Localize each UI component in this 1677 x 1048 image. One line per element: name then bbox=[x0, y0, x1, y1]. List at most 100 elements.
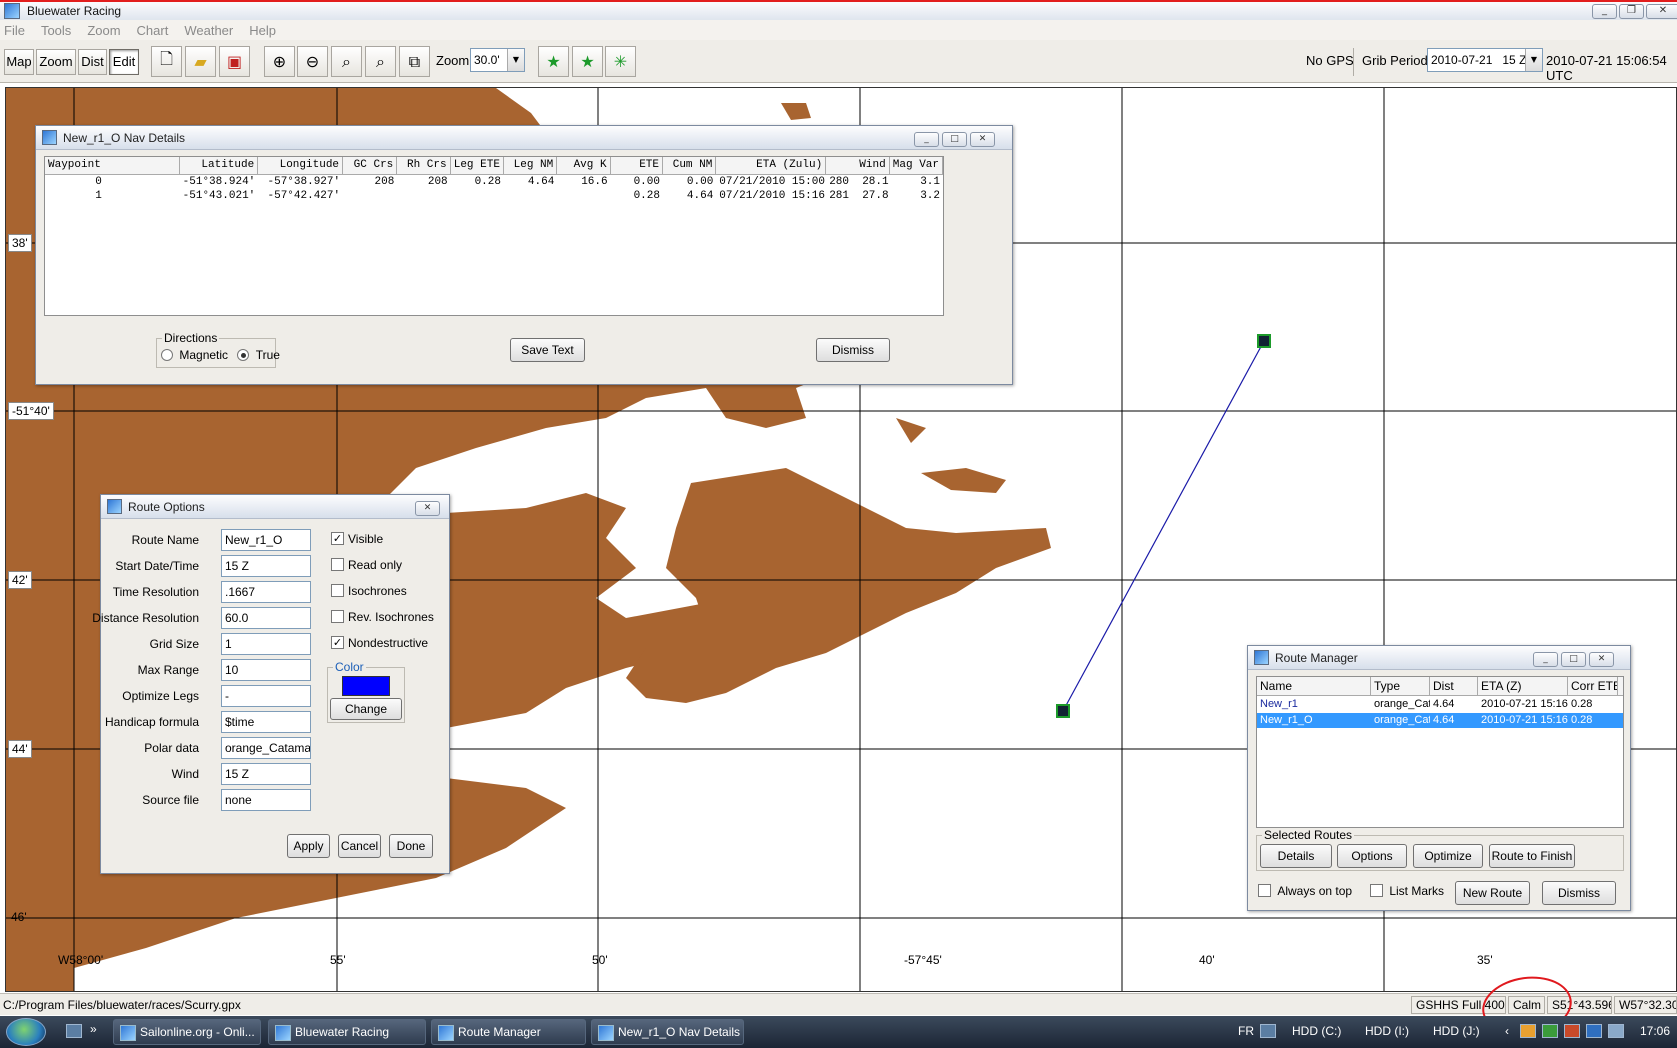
nav-details-title-bar[interactable]: New_r1_O Nav Details _ □ ✕ bbox=[36, 126, 1012, 150]
column-header[interactable]: Wind bbox=[826, 157, 890, 174]
close-button[interactable]: ✕ bbox=[1589, 652, 1614, 667]
read-only-checkbox[interactable] bbox=[331, 558, 344, 572]
zoom-in-button[interactable]: ⊕ bbox=[264, 46, 295, 77]
task-button-nav-details[interactable]: New_r1_O Nav Details bbox=[591, 1019, 744, 1045]
column-header[interactable]: ETA (Z) bbox=[1478, 677, 1568, 695]
quick-launch-chevron-icon[interactable]: » bbox=[90, 1022, 97, 1036]
column-header[interactable]: Type bbox=[1371, 677, 1430, 695]
nondestructive-checkbox[interactable]: ✓ bbox=[331, 636, 344, 650]
dismiss-button[interactable]: Dismiss bbox=[1542, 881, 1616, 905]
chevron-down-icon[interactable]: ▼ bbox=[507, 49, 524, 71]
restore-button[interactable]: ❐ bbox=[1619, 4, 1644, 19]
true-radio[interactable] bbox=[237, 348, 250, 361]
color-swatch[interactable] bbox=[342, 676, 390, 696]
map-mode-button[interactable]: Map bbox=[4, 49, 34, 75]
visible-checkbox[interactable]: ✓ bbox=[331, 532, 344, 546]
menu-weather[interactable]: Weather bbox=[184, 23, 233, 38]
mail-icon[interactable] bbox=[1586, 1024, 1602, 1038]
column-header[interactable]: ETE bbox=[611, 157, 663, 174]
always-on-top-checkbox[interactable] bbox=[1258, 884, 1271, 898]
column-header[interactable]: Cum NM bbox=[663, 157, 717, 174]
magnetic-radio[interactable] bbox=[161, 348, 173, 361]
options-button[interactable]: Options bbox=[1337, 844, 1407, 868]
apply-button[interactable]: Apply bbox=[287, 834, 330, 858]
volume-icon[interactable] bbox=[1608, 1024, 1624, 1038]
drive-j-label[interactable]: HDD (J:) bbox=[1433, 1024, 1480, 1038]
show-desktop-icon[interactable] bbox=[66, 1024, 82, 1038]
nav-details-table[interactable]: Waypoint Latitude Longitude GC Crs Rh Cr… bbox=[44, 156, 944, 316]
details-button[interactable]: Details bbox=[1260, 844, 1332, 868]
handicap-formula-input[interactable]: $time bbox=[221, 711, 311, 733]
open-file-button[interactable]: ▰ bbox=[185, 46, 216, 77]
column-header[interactable]: Avg K bbox=[557, 157, 611, 174]
column-header[interactable]: Leg NM bbox=[504, 157, 558, 174]
tray-app-icon[interactable] bbox=[1520, 1024, 1536, 1038]
route-manager-title-bar[interactable]: Route Manager _ □ ✕ bbox=[1248, 646, 1630, 670]
zoom-select[interactable]: 30.0' ▼ bbox=[470, 48, 525, 72]
start-button[interactable] bbox=[6, 1018, 46, 1046]
clock[interactable]: 17:06 bbox=[1640, 1024, 1670, 1038]
column-header[interactable]: ETA (Zulu) bbox=[716, 157, 827, 174]
zoom-area-button[interactable]: ⌕ bbox=[365, 46, 396, 77]
zoom-out-button[interactable]: ⊖ bbox=[297, 46, 328, 77]
table-row[interactable]: New_r1_O orange_Cat 4.64 2010-07-21 15:1… bbox=[1257, 713, 1623, 728]
change-color-button[interactable]: Change bbox=[330, 698, 402, 720]
drive-i-label[interactable]: HDD (I:) bbox=[1365, 1024, 1409, 1038]
grib-period-select[interactable]: 2010-07-21 15 Z ▼ bbox=[1427, 48, 1543, 72]
zoom-window-button[interactable]: ⧉ bbox=[399, 46, 430, 77]
maximize-button[interactable]: □ bbox=[1561, 652, 1586, 667]
new-file-button[interactable]: 🗋 bbox=[151, 46, 182, 77]
distance-resolution-input[interactable]: 60.0 bbox=[221, 607, 311, 629]
menu-chart[interactable]: Chart bbox=[137, 23, 169, 38]
grid-size-input[interactable]: 1 bbox=[221, 633, 311, 655]
table-row[interactable]: 0 -51°38.924' -57°38.927' 208 208 0.28 4… bbox=[45, 175, 943, 189]
column-header[interactable]: Rh Crs bbox=[397, 157, 451, 174]
route-to-finish-button[interactable]: Route to Finish bbox=[1489, 844, 1575, 868]
route-waypoint-0[interactable] bbox=[1257, 334, 1271, 348]
zoom-fit-button[interactable]: ⌕ bbox=[331, 46, 362, 77]
route-add-button[interactable]: ★ bbox=[572, 46, 603, 77]
route-name-input[interactable]: New_r1_O bbox=[221, 529, 311, 551]
chevron-down-icon[interactable]: ▼ bbox=[1525, 49, 1542, 71]
optimize-legs-input[interactable]: - bbox=[221, 685, 311, 707]
column-header[interactable]: Mag Var bbox=[890, 157, 943, 174]
close-button[interactable]: ✕ bbox=[415, 501, 440, 516]
column-header[interactable]: GC Crs bbox=[343, 157, 398, 174]
dist-mode-button[interactable]: Dist bbox=[78, 49, 107, 75]
route-options-title-bar[interactable]: Route Options ✕ bbox=[101, 495, 449, 519]
menu-help[interactable]: Help bbox=[249, 23, 276, 38]
minimize-button[interactable]: _ bbox=[1592, 4, 1617, 19]
keyboard-icon[interactable] bbox=[1260, 1024, 1276, 1038]
network-icon[interactable] bbox=[1542, 1024, 1558, 1038]
minimize-button[interactable]: _ bbox=[1533, 652, 1558, 667]
security-shield-icon[interactable] bbox=[1564, 1024, 1580, 1038]
done-button[interactable]: Done bbox=[389, 834, 433, 858]
table-row[interactable]: 1 -51°43.021' -57°42.427' 0.28 4.64 07/2… bbox=[45, 189, 943, 203]
language-indicator[interactable]: FR bbox=[1238, 1024, 1254, 1038]
cancel-button[interactable]: Cancel bbox=[338, 834, 381, 858]
rev-isochrones-checkbox[interactable] bbox=[331, 610, 344, 624]
task-button-route-manager[interactable]: Route Manager bbox=[431, 1019, 586, 1045]
dismiss-button[interactable]: Dismiss bbox=[816, 338, 890, 362]
minimize-button[interactable]: _ bbox=[914, 132, 939, 147]
show-hidden-icons-chevron-icon[interactable]: ‹ bbox=[1505, 1024, 1509, 1038]
save-file-button[interactable]: ▣ bbox=[219, 46, 250, 77]
menu-tools[interactable]: Tools bbox=[41, 23, 71, 38]
menu-file[interactable]: File bbox=[4, 23, 25, 38]
task-button-browser[interactable]: Sailonline.org - Onli... bbox=[113, 1019, 261, 1045]
route-optimize-button[interactable]: ✳ bbox=[605, 46, 636, 77]
start-datetime-input[interactable]: 15 Z bbox=[221, 555, 311, 577]
drive-c-label[interactable]: HDD (C:) bbox=[1292, 1024, 1341, 1038]
route-tool-button[interactable]: ★ bbox=[538, 46, 569, 77]
max-range-input[interactable]: 10 bbox=[221, 659, 311, 681]
route-waypoint-1[interactable] bbox=[1056, 704, 1070, 718]
column-header[interactable]: Leg ETE bbox=[451, 157, 504, 174]
time-resolution-input[interactable]: .1667 bbox=[221, 581, 311, 603]
maximize-button[interactable]: □ bbox=[942, 132, 967, 147]
polar-data-input[interactable]: orange_Catamar bbox=[221, 737, 311, 759]
table-row[interactable]: New_r1 orange_Cat 4.64 2010-07-21 15:16 … bbox=[1257, 697, 1623, 712]
column-header[interactable]: Latitude bbox=[180, 157, 259, 174]
column-header[interactable]: Corr ETE bbox=[1568, 677, 1618, 695]
save-text-button[interactable]: Save Text bbox=[510, 338, 585, 362]
close-button[interactable]: ✕ bbox=[970, 132, 995, 147]
